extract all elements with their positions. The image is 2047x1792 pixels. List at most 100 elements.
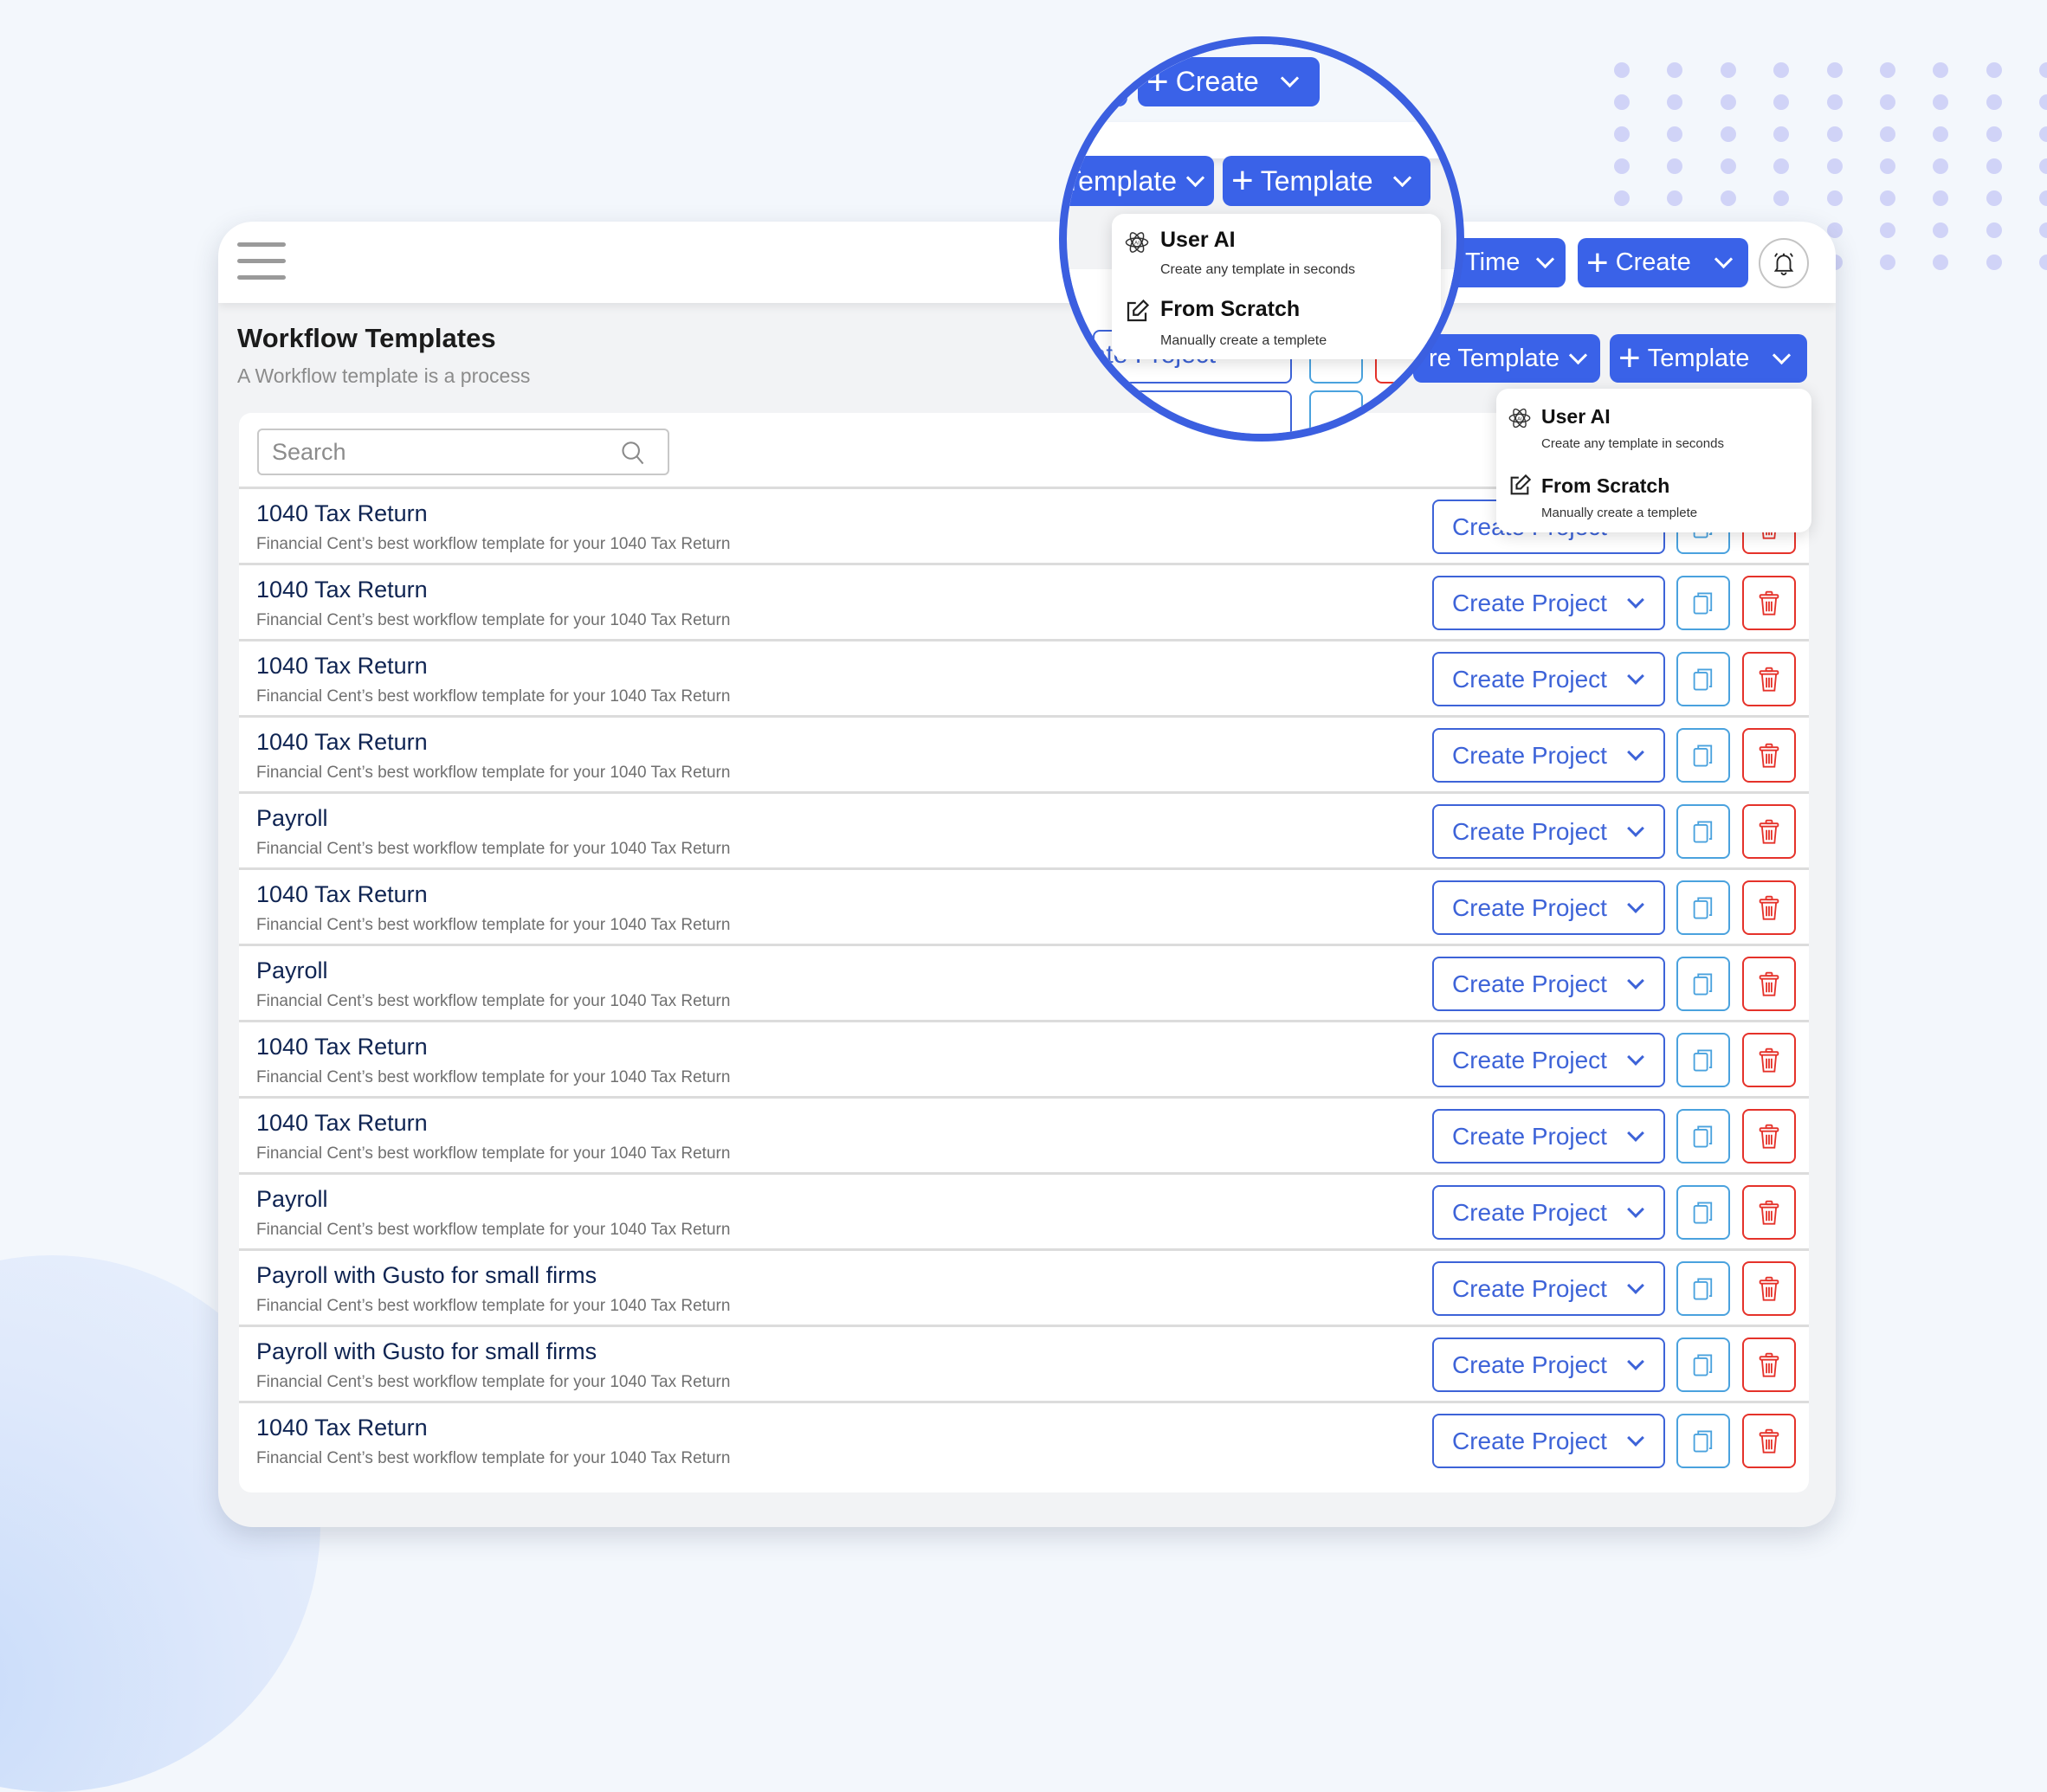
- delete-template-button[interactable]: [1742, 1109, 1796, 1164]
- decorative-dot: [1720, 126, 1736, 142]
- decorative-dot: [1933, 62, 1949, 78]
- create-project-button[interactable]: Create Project: [1432, 1338, 1665, 1392]
- dropdown-item-user-ai[interactable]: AI User AI Create any template in second…: [1496, 389, 1811, 458]
- create-project-button[interactable]: Create Project: [1432, 728, 1665, 783]
- template-title[interactable]: 1040 Tax Return: [256, 881, 428, 908]
- delete-template-button[interactable]: [1742, 1185, 1796, 1240]
- template-row: Payroll with Gusto for small firms Financ…: [239, 1325, 1809, 1401]
- decorative-dot: [1880, 222, 1895, 238]
- copy-template-button[interactable]: [1676, 880, 1730, 935]
- decorative-dot: [1986, 62, 2002, 78]
- search-field[interactable]: [257, 429, 669, 475]
- trash-icon: [1759, 819, 1779, 844]
- template-title[interactable]: 1040 Tax Return: [256, 729, 428, 756]
- create-project-button[interactable]: Create Project: [1432, 652, 1665, 706]
- create-project-button[interactable]: Create Project: [1432, 1414, 1665, 1468]
- decorative-dot: [1826, 158, 1843, 174]
- copy-template-button[interactable]: [1676, 1338, 1730, 1392]
- trash-icon: [1759, 1200, 1779, 1225]
- decorative-dot: [1933, 222, 1949, 238]
- create-project-button[interactable]: Create Project: [1432, 576, 1665, 630]
- delete-template-button[interactable]: [1742, 957, 1796, 1011]
- delete-template-button[interactable]: [1742, 804, 1796, 859]
- magnified-dropdown: AI User AI Create any template in second…: [1112, 214, 1441, 359]
- template-description: Financial Cent’s best workflow template …: [256, 611, 731, 629]
- delete-template-button[interactable]: [1742, 880, 1796, 935]
- decorative-dot: [1826, 126, 1843, 142]
- notification-bell-button[interactable]: [1759, 238, 1809, 288]
- template-title[interactable]: 1040 Tax Return: [256, 1110, 428, 1137]
- create-project-button[interactable]: Create Project: [1432, 1033, 1665, 1087]
- hamburger-menu-icon[interactable]: [237, 242, 286, 280]
- copy-template-button[interactable]: [1676, 1109, 1730, 1164]
- template-title[interactable]: Payroll: [256, 805, 328, 832]
- copy-template-button[interactable]: [1676, 1261, 1730, 1316]
- copy-icon: [1693, 1278, 1713, 1299]
- dropdown-item-from-scratch[interactable]: From Scratch Manually create a templete: [1496, 458, 1811, 532]
- template-title[interactable]: Payroll with Gusto for small firms: [256, 1262, 597, 1289]
- search-input[interactable]: [270, 437, 603, 467]
- create-project-button[interactable]: Create Project: [1432, 1109, 1665, 1164]
- copy-icon: [1693, 1202, 1713, 1223]
- time-tracking-button[interactable]: Time: [1450, 238, 1566, 287]
- chevron-down-icon: [1627, 1352, 1644, 1370]
- chevron-down-icon: [1280, 68, 1299, 88]
- create-project-button[interactable]: Create Project: [1432, 880, 1665, 935]
- create-project-button[interactable]: Create Project: [1432, 1261, 1665, 1316]
- search-icon[interactable]: [621, 441, 645, 467]
- decorative-dot: [1773, 62, 1790, 78]
- copy-template-button[interactable]: [1676, 804, 1730, 859]
- create-project-button[interactable]: Create Project: [1432, 1185, 1665, 1240]
- trash-icon: [1759, 1124, 1779, 1149]
- delete-template-button[interactable]: [1742, 1033, 1796, 1087]
- template-description: Financial Cent’s best workflow template …: [256, 764, 731, 782]
- copy-template-button[interactable]: [1676, 957, 1730, 1011]
- magnified-add-template-button: + Template: [1223, 156, 1430, 206]
- template-row: 1040 Tax Return Financial Cent’s best wor…: [239, 715, 1809, 791]
- decorative-dot: [1986, 222, 2002, 238]
- trash-icon: [1759, 1047, 1779, 1073]
- copy-template-button[interactable]: [1676, 728, 1730, 783]
- template-title[interactable]: Payroll with Gusto for small firms: [256, 1338, 597, 1365]
- decorative-dot: [1773, 158, 1790, 174]
- decorative-dot: [2039, 222, 2047, 238]
- copy-template-button[interactable]: [1676, 1414, 1730, 1468]
- magnified-time-button: [1067, 57, 1127, 106]
- copy-template-button[interactable]: [1676, 1185, 1730, 1240]
- chevron-down-icon: [1627, 1124, 1644, 1142]
- template-title[interactable]: Payroll: [256, 957, 328, 984]
- trash-icon: [1759, 1352, 1779, 1377]
- create-project-button[interactable]: Create Project: [1432, 957, 1665, 1011]
- template-title[interactable]: 1040 Tax Return: [256, 1034, 428, 1060]
- decorative-dot: [2039, 190, 2047, 206]
- delete-template-button[interactable]: [1742, 1338, 1796, 1392]
- copy-icon: [1693, 897, 1713, 919]
- delete-template-button[interactable]: [1742, 1414, 1796, 1468]
- template-title[interactable]: 1040 Tax Return: [256, 1415, 428, 1441]
- template-title[interactable]: 1040 Tax Return: [256, 500, 428, 527]
- copy-template-button[interactable]: [1676, 576, 1730, 630]
- template-title[interactable]: 1040 Tax Return: [256, 653, 428, 680]
- decorative-dot: [1880, 190, 1895, 206]
- template-title[interactable]: Payroll: [256, 1186, 328, 1213]
- delete-template-button[interactable]: [1742, 1261, 1796, 1316]
- delete-template-button[interactable]: [1742, 652, 1796, 706]
- create-button[interactable]: + Create: [1578, 238, 1748, 287]
- decorative-dot: [1720, 62, 1736, 78]
- copy-template-button[interactable]: [1676, 1033, 1730, 1087]
- chevron-down-icon: [1627, 743, 1644, 761]
- template-description: Financial Cent’s best workflow template …: [256, 1449, 731, 1467]
- template-title[interactable]: 1040 Tax Return: [256, 577, 428, 603]
- chevron-down-icon: [1568, 345, 1588, 364]
- template-description: Financial Cent’s best workflow template …: [256, 535, 731, 553]
- trash-icon: [1759, 743, 1779, 768]
- create-project-button[interactable]: Create Project: [1432, 804, 1665, 859]
- template-description: Financial Cent’s best workflow template …: [256, 1068, 731, 1086]
- copy-template-button[interactable]: [1676, 652, 1730, 706]
- decorative-dot: [1773, 126, 1790, 142]
- delete-template-button[interactable]: [1742, 576, 1796, 630]
- decorative-dot: [1720, 158, 1736, 174]
- delete-template-button[interactable]: [1742, 728, 1796, 783]
- add-template-button[interactable]: + Template: [1610, 334, 1807, 383]
- template-description: Financial Cent’s best workflow template …: [256, 1373, 731, 1391]
